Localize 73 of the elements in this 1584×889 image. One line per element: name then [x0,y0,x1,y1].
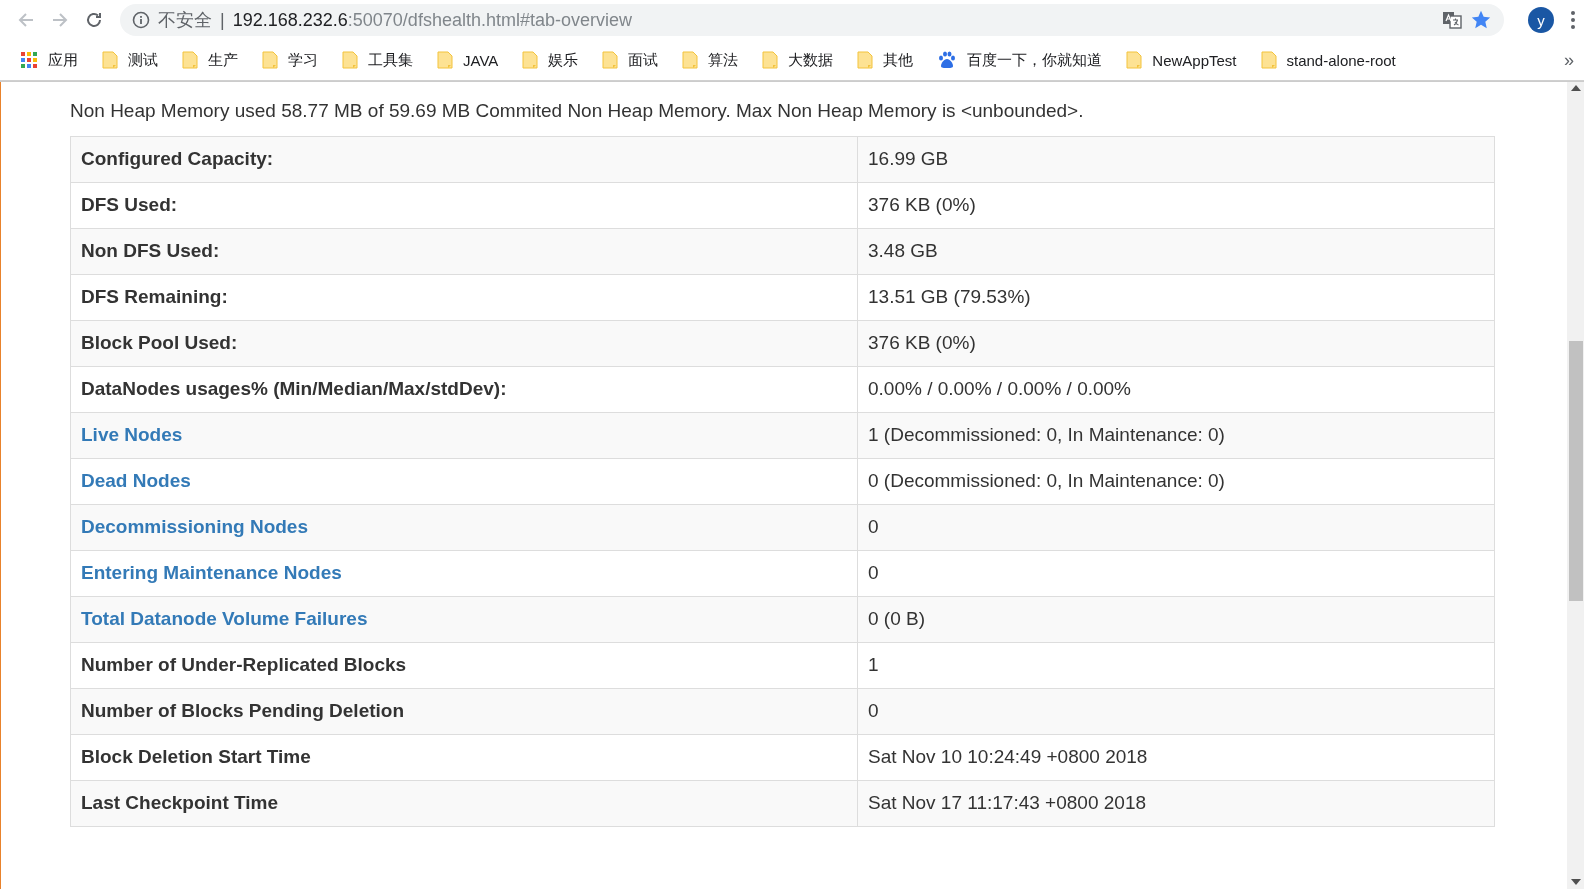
folder-icon [342,50,358,70]
bookmark-item[interactable]: JAVA [463,51,499,69]
row-value: 0 [868,562,879,584]
bookmark-item[interactable]: 生产 [208,50,238,70]
bookmark-item[interactable]: 测试 [128,50,158,70]
translate-icon[interactable] [1442,10,1462,30]
row-label: DFS Used: [81,194,178,216]
row-value: 3.48 GB [868,240,938,262]
scroll-up-icon[interactable] [1570,85,1581,91]
row-value: 0 [868,516,879,538]
scroll-down-icon[interactable] [1570,879,1581,885]
bookmark-item[interactable]: 应用 [48,50,78,70]
folder-icon [602,50,619,70]
row-value: 1 [868,654,879,676]
row-value: 376 KB (0%) [868,194,976,216]
folder-icon [762,50,779,70]
row-value: 1 (Decommissioned: 0, In Maintenance: 0) [868,424,1225,446]
folder-icon [102,50,118,70]
star-icon[interactable] [1470,9,1492,31]
row-label: Non DFS Used: [81,240,220,262]
row-label: DFS Remaining: [81,286,228,308]
row-link[interactable]: Live Nodes [81,424,183,446]
folder-icon [182,50,198,70]
apps-grid-icon [20,51,38,69]
row-value: 376 KB (0%) [868,332,976,354]
row-link[interactable]: Entering Maintenance Nodes [81,562,342,584]
row-value: 16.99 GB [868,148,949,170]
row-value: 0.00% / 0.00% / 0.00% / 0.00% [868,378,1131,400]
security-label: 不安全 [158,9,212,32]
row-value: 0 [868,700,879,722]
row-value: 0 (Decommissioned: 0, In Maintenance: 0) [868,470,1225,492]
separator: | [220,9,225,31]
row-value: 13.51 GB (79.53%) [868,286,1031,308]
folder-icon [437,50,453,70]
row-label: Last Checkpoint Time [81,792,279,814]
profile-avatar[interactable]: y [1528,7,1554,33]
bookmark-item[interactable]: 算法 [708,50,739,70]
folder-icon [1260,50,1277,70]
folder-icon [1126,50,1143,70]
row-label: Block Deletion Start Time [81,746,311,768]
scroll-thumb[interactable] [1568,341,1583,601]
url-host[interactable]: 192.168.232.6 [232,9,348,31]
paw-icon [937,50,958,70]
bookmark-item[interactable]: NewAppTest [1152,51,1237,69]
bookmark-item[interactable]: 其他 [883,50,914,70]
folder-icon [682,50,699,70]
more-bookmarks-button[interactable]: » [1564,49,1574,71]
row-value: Sat Nov 10 10:24:49 +0800 2018 [868,746,1148,768]
menu-icon[interactable] [1570,10,1576,30]
bookmark-item[interactable]: 工具集 [368,50,413,70]
row-link[interactable]: Decommissioning Nodes [81,516,308,538]
memory-text: Non Heap Memory used 58.77 MB of 59.69 MB Commited Non Heap Memory. Max Non Heap Memory is <unbounded>. [70,100,1085,122]
info-icon[interactable] [132,11,150,29]
folder-icon [522,50,539,70]
bookmark-item[interactable]: 百度一下，你就知道 [967,50,1103,70]
row-label: DataNodes usages% (Min/Median/Max/stdDev): [81,378,507,400]
row-value: 0 (0 B) [868,608,926,630]
folder-icon [262,50,278,70]
bookmark-item[interactable]: 面试 [628,50,659,70]
folder-icon [857,50,874,70]
row-link[interactable]: Dead Nodes [81,470,191,492]
bookmark-item[interactable]: 学习 [288,50,318,70]
row-value: Sat Nov 17 11:17:43 +0800 2018 [868,792,1146,814]
reload-icon[interactable] [84,10,104,30]
row-label: Number of Under-Replicated Blocks [81,654,407,676]
bookmark-item[interactable]: 大数据 [788,50,834,70]
bookmark-item[interactable]: stand-alone-root [1286,51,1396,69]
row-label: Number of Blocks Pending Deletion [81,700,405,722]
bookmark-item[interactable]: 娱乐 [548,50,579,70]
row-label: Block Pool Used: [81,332,238,354]
scrollbar[interactable] [1567,81,1584,889]
row-link[interactable]: Total Datanode Volume Failures [81,608,368,630]
row-label: Configured Capacity: [81,148,274,170]
